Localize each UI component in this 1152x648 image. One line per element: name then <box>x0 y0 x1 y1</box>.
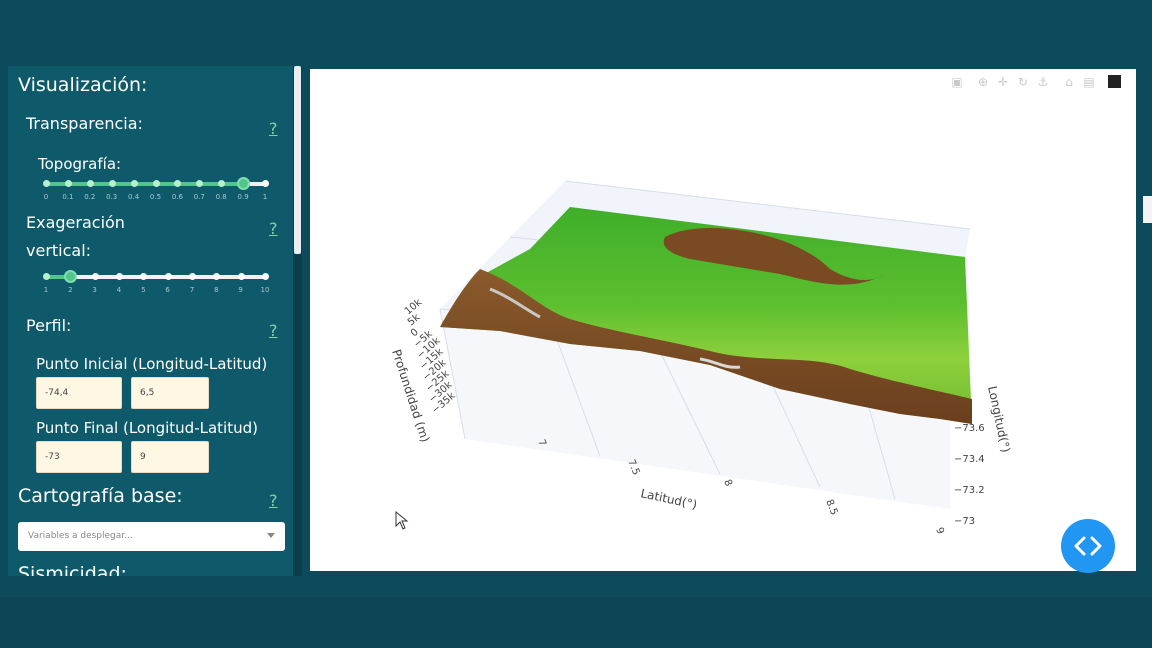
base-map-help-link[interactable]: ? <box>269 491 278 510</box>
slider-tick-label: 5 <box>141 286 146 294</box>
transparency-help-link[interactable]: ? <box>269 119 278 138</box>
topography-transparency-slider[interactable]: 0 0.1 0.2 0.3 0.4 0.5 0.6 0.7 0.8 0.9 1 <box>43 176 269 202</box>
exaggeration-heading-line2: vertical: <box>26 241 92 260</box>
start-longitude-input[interactable]: -74,4 <box>36 377 122 409</box>
y-tick-label: −73 <box>954 516 975 527</box>
slider-tick-label: 2 <box>68 286 73 294</box>
camera-icon[interactable]: ▣ <box>950 75 964 89</box>
start-point-label: Punto Inicial (Longitud-Latitud) <box>36 355 268 373</box>
slider-tick-label: 3 <box>92 286 97 294</box>
slider-step-dot[interactable] <box>262 273 269 280</box>
slider-handle[interactable] <box>64 270 78 283</box>
transparency-heading: Transparencia: <box>26 114 143 133</box>
topography-label: Topografía: <box>38 155 122 173</box>
slider-track[interactable] <box>46 275 265 279</box>
top-band <box>0 0 1152 62</box>
pan-icon[interactable]: ✛ <box>996 75 1010 89</box>
dropdown-placeholder: Variables a desplegar... <box>28 531 133 541</box>
exaggeration-help-link[interactable]: ? <box>269 219 278 238</box>
x-axis-title: Latitud(°) <box>639 486 698 512</box>
slider-step-dot[interactable] <box>43 180 50 187</box>
slider-tick-label: 0.7 <box>193 193 205 201</box>
slider-fill <box>46 182 244 186</box>
y-tick-label: −73.6 <box>954 423 985 434</box>
zoom-icon[interactable]: ⊕ <box>976 75 990 89</box>
bottom-band <box>0 597 1152 648</box>
sidebar-title: Visualización: <box>18 74 148 96</box>
slider-tick-label: 0.1 <box>62 193 74 201</box>
toggle-code-button[interactable] <box>1061 519 1115 573</box>
slider-tick-label: 0.9 <box>237 193 249 201</box>
profile-help-link[interactable]: ? <box>269 321 278 340</box>
y-axis-ticks: −73.6 −73.4 −73.2 −73 <box>954 423 985 527</box>
x-tick-label: 9 <box>933 526 946 536</box>
vertical-exaggeration-slider[interactable]: 1 2 3 4 5 6 7 8 9 10 <box>43 269 269 295</box>
slider-tick-label: 0.8 <box>215 193 227 201</box>
right-edge-strip <box>1143 196 1152 223</box>
x-tick-label: 8.5 <box>823 498 839 517</box>
slider-step-dot[interactable] <box>262 180 269 187</box>
sidebar-scrollbar-thumb[interactable] <box>294 66 301 254</box>
seismicity-heading: Sismicidad: <box>18 563 127 576</box>
slider-tick-label: 9 <box>238 286 243 294</box>
slider-tick-label: 0.3 <box>106 193 118 201</box>
terrain-3d-plot[interactable]: 10k 5k 0 −5k −10k −15k −20k −25k −30k −35k 7 7.5 8 8… <box>310 69 1136 571</box>
exaggeration-heading-line1: Exageración <box>26 213 125 232</box>
end-longitude-input[interactable]: -73 <box>36 441 122 473</box>
slider-step-dot[interactable] <box>189 273 196 280</box>
base-map-heading: Cartografía base: <box>18 485 183 507</box>
chevron-down-icon <box>267 533 275 538</box>
end-latitude-input[interactable]: 9 <box>131 441 209 473</box>
slider-step-dot[interactable] <box>86 180 94 187</box>
x-tick-label: 8 <box>721 478 734 488</box>
slider-tick-label: 0 <box>43 193 49 201</box>
slider-tick-label: 8 <box>214 286 219 294</box>
end-point-label: Punto Final (Longitud-Latitud) <box>36 419 258 437</box>
slider-tick-label: 0.4 <box>128 193 140 201</box>
orbit-icon[interactable]: ↻ <box>1016 75 1030 89</box>
slider-step-dot[interactable] <box>152 180 160 187</box>
slider-tick-label: 1 <box>262 193 268 201</box>
slider-tick-label: 0.2 <box>84 193 96 201</box>
slider-step-dot[interactable] <box>116 273 123 280</box>
code-brackets-icon <box>1074 536 1102 556</box>
profile-heading: Perfil: <box>26 316 72 335</box>
slider-step-dot[interactable] <box>91 273 99 280</box>
start-latitude-input[interactable]: 6,5 <box>131 377 209 409</box>
camera-view-icon[interactable]: ▤ <box>1082 75 1096 89</box>
slider-step-dot[interactable] <box>164 273 172 280</box>
y-tick-label: −73.4 <box>954 454 985 465</box>
slider-step-dot[interactable] <box>130 180 138 187</box>
slider-step-dot[interactable] <box>237 273 245 280</box>
plot-modebar: ▣ ⊕ ✛ ↻ ⚓ ⌂ ▤ <box>950 75 1130 91</box>
slider-tick-label: 1 <box>43 286 49 294</box>
home-icon[interactable]: ⌂ <box>1062 75 1076 89</box>
slider-handle[interactable] <box>237 177 251 190</box>
slider-step-dot[interactable] <box>64 180 72 187</box>
slider-step-dot[interactable] <box>43 273 50 280</box>
slider-tick-label: 0.5 <box>149 193 162 201</box>
slider-tick-label: 6 <box>165 286 170 294</box>
y-axis-title: Longitud(°) <box>985 385 1013 454</box>
terrain-3d-scene[interactable]: 10k5k0−5k−10k−15k−20k−25k−30k−35k 77.588… <box>310 69 1136 571</box>
y-tick-label: −73.2 <box>954 485 985 496</box>
plotly-logo-icon[interactable] <box>1108 75 1121 88</box>
slider-tick-label: 0.6 <box>171 193 183 201</box>
turntable-icon[interactable]: ⚓ <box>1036 75 1050 89</box>
slider-step-dot[interactable] <box>108 180 116 187</box>
slider-tick-label: 10 <box>260 286 270 294</box>
mouse-cursor-icon <box>395 511 409 530</box>
control-sidebar: Visualización: Transparencia: ? Topograf… <box>8 66 294 576</box>
base-map-dropdown[interactable]: Variables a desplegar... <box>18 522 285 551</box>
slider-tick-label: 4 <box>116 286 122 294</box>
slider-tick-label: 7 <box>189 286 195 294</box>
